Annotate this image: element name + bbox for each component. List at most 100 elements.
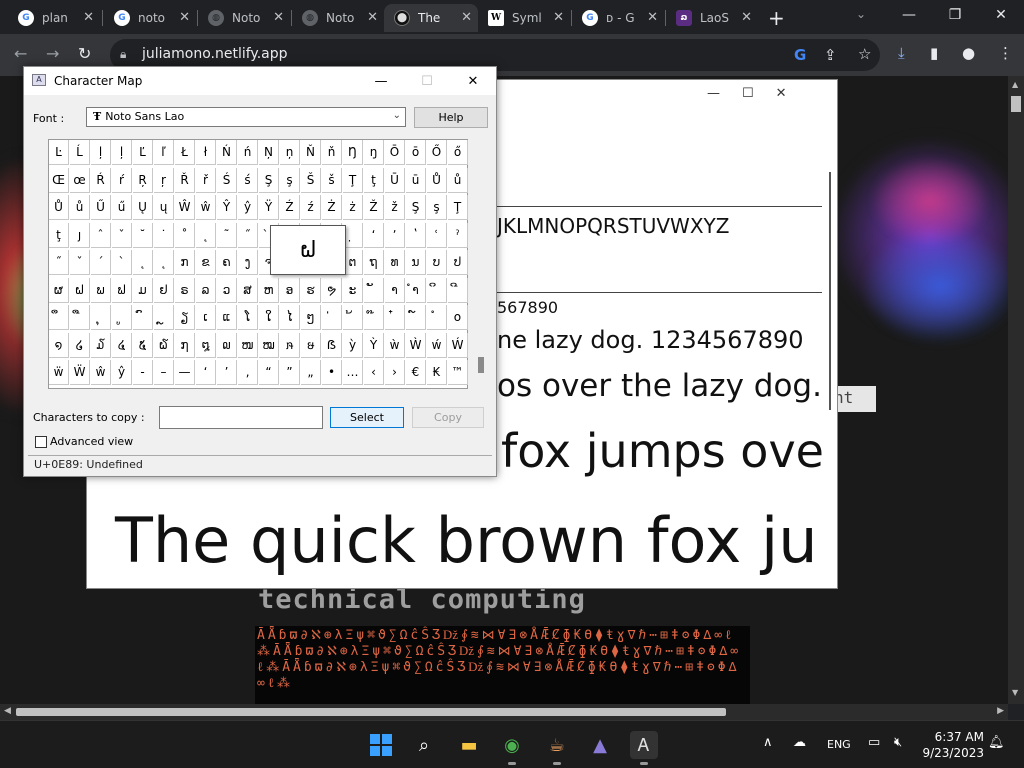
char-cell[interactable]: Ň	[301, 140, 321, 165]
char-cell[interactable]: າ	[385, 277, 405, 303]
char-cell[interactable]: Ş	[406, 195, 426, 220]
char-cell[interactable]: Ŕ	[91, 167, 111, 193]
system-clock[interactable]: 6:37 AM 9/23/2023	[922, 729, 984, 761]
minimize-icon[interactable]: —	[886, 0, 932, 30]
char-cell[interactable]: Ž	[364, 195, 384, 220]
download-icon[interactable]: ⤓	[898, 44, 905, 62]
char-cell[interactable]: ຕ	[343, 250, 363, 275]
char-cell[interactable]: ໆ	[301, 305, 321, 330]
show-hidden-icons-chevron[interactable]: ∧	[763, 735, 773, 750]
char-cell[interactable]: ŵ	[91, 360, 111, 385]
char-cell[interactable]: ű	[112, 195, 132, 220]
char-cell[interactable]: ő	[448, 140, 468, 165]
close-tab-icon[interactable]: ✕	[553, 10, 564, 25]
char-cell[interactable]: Ẃ	[448, 332, 468, 358]
char-cell[interactable]: ū	[406, 167, 426, 193]
characters-to-copy-input[interactable]	[159, 406, 323, 429]
char-cell[interactable]: ຂ	[196, 250, 216, 275]
char-cell[interactable]: ˛	[154, 250, 174, 275]
grid-scrollbar[interactable]	[474, 139, 488, 389]
restore-icon[interactable]: ❐	[932, 0, 978, 30]
char-cell[interactable]: ō	[406, 140, 426, 165]
char-cell[interactable]: ʿ	[427, 222, 447, 248]
tab-search-chevron-icon[interactable]: ⌄	[856, 7, 866, 21]
char-cell[interactable]: ົ	[133, 305, 153, 330]
char-cell[interactable]: ʽ	[406, 222, 426, 248]
char-cell[interactable]: ŋ	[364, 140, 384, 165]
chevron-down-icon[interactable]: ⌄	[393, 110, 401, 121]
char-cell[interactable]: ຫ	[259, 277, 279, 303]
search-icon[interactable]: ⌕	[410, 731, 438, 759]
char-cell[interactable]: ŷ	[112, 360, 132, 385]
char-cell[interactable]: ”	[280, 360, 300, 385]
char-cell[interactable]: ń	[238, 140, 258, 165]
char-cell[interactable]: Ű	[91, 195, 111, 220]
char-cell[interactable]: ໌	[406, 305, 426, 330]
char-cell[interactable]: ລ	[196, 277, 216, 303]
char-cell[interactable]: •	[322, 360, 342, 385]
char-cell[interactable]: ţ	[364, 167, 384, 193]
tab-1[interactable]: Gplan ✕	[8, 4, 100, 32]
url-text[interactable]: juliamono.netlify.app	[142, 46, 288, 62]
char-cell[interactable]: ຖ	[364, 250, 384, 275]
char-cell[interactable]: ໕	[133, 332, 153, 358]
char-cell[interactable]: Ł	[175, 140, 195, 165]
close-tab-icon[interactable]: ✕	[647, 10, 658, 25]
char-cell[interactable]: ງ	[238, 250, 258, 275]
char-cell[interactable]: Ō	[385, 140, 405, 165]
char-cell[interactable]: ຜ	[49, 277, 69, 303]
google-lens-icon[interactable]: G	[794, 46, 806, 64]
volume-muted-icon[interactable]: 🔇︎	[894, 735, 902, 750]
char-cell[interactable]: ˆ	[91, 222, 111, 248]
char-cell[interactable]: Ĺ	[70, 140, 90, 165]
char-cell[interactable]: ˋ	[112, 250, 132, 275]
select-button[interactable]: Select	[330, 407, 404, 428]
char-cell[interactable]: ˇ	[112, 222, 132, 248]
reload-icon[interactable]: ↻	[78, 44, 91, 63]
char-cell[interactable]: ů	[70, 195, 90, 220]
char-cell[interactable]: ຸ	[91, 305, 111, 330]
close-icon[interactable]: ✕	[776, 86, 787, 101]
back-arrow-icon[interactable]: ←	[14, 44, 27, 63]
close-tab-icon[interactable]: ✕	[367, 10, 378, 25]
tab-8[interactable]: ລ LaoS ✕	[666, 4, 758, 32]
char-cell[interactable]: –	[154, 360, 174, 385]
close-tab-icon[interactable]: ✕	[83, 10, 94, 25]
tab-4[interactable]: ◍ Noto ✕	[292, 4, 384, 32]
char-cell[interactable]: ແ	[217, 305, 237, 330]
char-cell[interactable]: ₭	[427, 360, 447, 385]
char-cell[interactable]: ໊	[364, 305, 384, 330]
char-cell[interactable]: ‹	[364, 360, 384, 385]
char-cell[interactable]: Ľ	[133, 140, 153, 165]
char-cell[interactable]: ţ	[49, 222, 69, 248]
char-cell[interactable]: ˀ	[448, 222, 468, 248]
char-cell[interactable]: ş	[427, 195, 447, 220]
char-cell[interactable]: ˝	[238, 222, 258, 248]
char-cell[interactable]: Š	[301, 167, 321, 193]
char-cell[interactable]: ź	[301, 195, 321, 220]
char-cell[interactable]: Ż	[322, 195, 342, 220]
char-cell[interactable]: ໐	[448, 305, 468, 330]
char-cell[interactable]: ໋	[385, 305, 405, 330]
close-tab-icon[interactable]: ✕	[179, 10, 190, 25]
char-cell[interactable]: Ř	[175, 167, 195, 193]
minimize-icon[interactable]: —	[358, 67, 404, 95]
title-bar[interactable]: A Character Map — ☐ ✕	[24, 67, 496, 95]
char-cell[interactable]: ʻ	[364, 222, 384, 248]
char-cell[interactable]: ໖	[154, 332, 174, 358]
character-grid[interactable]: ĿĹļļĽľŁłŃńŅņŇňŊŋŌōŐőŒœŔŕŖŗŘřŚśŞşŠšŢţŪūŮů…	[48, 139, 468, 389]
tab-6[interactable]: W Syml ✕	[478, 4, 570, 32]
char-cell[interactable]: ່	[322, 305, 342, 330]
char-cell[interactable]: ໟ	[301, 332, 321, 358]
char-cell[interactable]: ˜	[217, 222, 237, 248]
char-cell[interactable]: ຽ	[175, 305, 195, 330]
display-icon[interactable]: ▭	[868, 735, 880, 750]
char-cell[interactable]: ˛	[133, 250, 153, 275]
side-panel-icon[interactable]: ▮	[930, 44, 938, 62]
char-cell[interactable]: ˊ	[91, 250, 111, 275]
char-cell[interactable]: ỳ	[343, 332, 363, 358]
char-cell[interactable]: ẅ	[49, 360, 69, 385]
char-cell[interactable]: ŵ	[196, 195, 216, 220]
close-window-icon[interactable]: ✕	[978, 0, 1024, 30]
char-cell[interactable]: Ţ	[343, 167, 363, 193]
